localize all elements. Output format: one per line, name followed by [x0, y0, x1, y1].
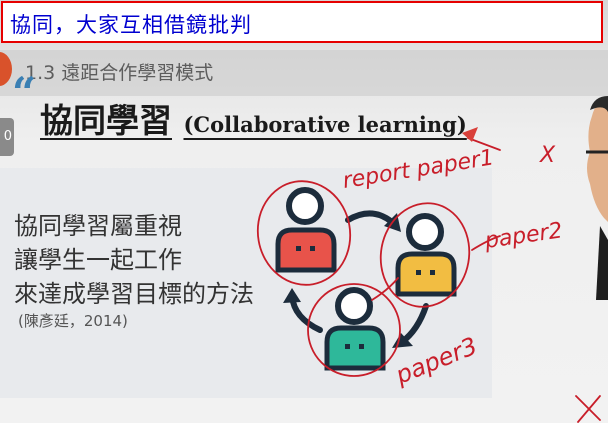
caption-text: 協同，大家互相借鏡批判	[10, 13, 252, 37]
arrow-up-head-icon	[283, 288, 301, 303]
arrow-right-icon	[345, 210, 395, 225]
presenter	[586, 96, 608, 300]
ink-label-report-paper1: report paper1	[341, 145, 496, 194]
ink-label-paper2: paper2	[482, 218, 564, 254]
person-red-icon	[275, 187, 337, 273]
person-teal-icon	[324, 287, 386, 371]
arrow-down-icon	[399, 303, 429, 345]
ink-cross-mark	[575, 395, 601, 423]
person-yellow-icon	[395, 213, 457, 297]
slide-overlay: report paper1 X paper2 paper3	[256, 96, 608, 423]
ink-pointer-icon	[462, 127, 478, 142]
video-frame: 0 1.3 遠距合作學習模式 “ 協同學習 (Collaborative lea…	[0, 0, 608, 423]
caption-overlay: 協同，大家互相借鏡批判	[1, 1, 603, 43]
ink-label-x: X	[539, 143, 556, 168]
